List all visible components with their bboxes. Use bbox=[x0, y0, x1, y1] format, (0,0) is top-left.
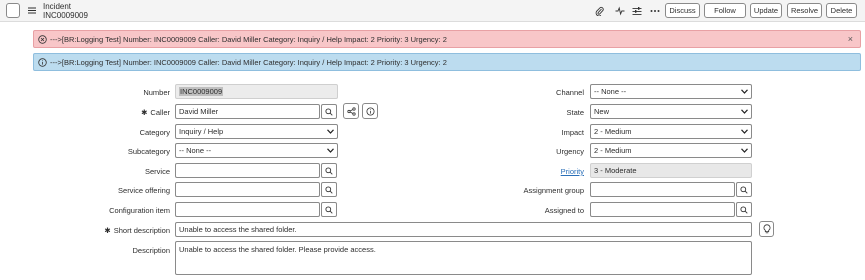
caller-label-text: Caller bbox=[150, 108, 170, 117]
update-button[interactable]: Update bbox=[750, 3, 782, 18]
assignment-group-label: Assignment group bbox=[523, 186, 584, 195]
chevron-down-icon bbox=[741, 89, 748, 94]
dependency-tree-icon bbox=[346, 106, 356, 116]
number-value: INC0009009 bbox=[179, 87, 224, 96]
resolve-button[interactable]: Resolve bbox=[787, 3, 822, 18]
follow-button[interactable]: Follow bbox=[704, 3, 746, 18]
priority-field: 3 - Moderate bbox=[590, 163, 752, 178]
description-field[interactable]: Unable to access the shared folder. Plea… bbox=[175, 241, 752, 275]
caller-field[interactable]: David Miller bbox=[175, 104, 320, 119]
required-marker: ✱ bbox=[141, 108, 148, 117]
urgency-value: 2 - Medium bbox=[594, 146, 632, 155]
info-banner: --->[BR:Logging Test] Number: INC0009009… bbox=[33, 53, 861, 71]
info-circle-icon bbox=[38, 57, 47, 67]
subcategory-label: Subcategory bbox=[127, 147, 170, 156]
short-description-label-text: Short description bbox=[113, 226, 170, 235]
configuration-item-label: Configuration item bbox=[109, 206, 170, 215]
info-banner-text: --->[BR:Logging Test] Number: INC0009009… bbox=[50, 57, 447, 67]
chevron-down-icon bbox=[741, 148, 748, 153]
description-label: Description bbox=[132, 246, 170, 255]
assignment-group-search-button[interactable] bbox=[736, 182, 752, 197]
activity-pulse-icon[interactable] bbox=[614, 5, 625, 16]
number-field[interactable]: INC0009009 bbox=[175, 84, 338, 99]
search-icon bbox=[325, 166, 333, 175]
error-banner: --->[BR:Logging Test] Number: INC0009009… bbox=[33, 30, 861, 48]
caller-info-button[interactable] bbox=[362, 103, 378, 119]
assigned-to-field[interactable] bbox=[590, 202, 735, 217]
category-select[interactable]: Inquiry / Help bbox=[175, 124, 338, 139]
search-icon bbox=[325, 107, 333, 116]
service-offering-label: Service offering bbox=[118, 186, 170, 195]
configuration-item-field[interactable] bbox=[175, 202, 320, 217]
subcategory-select[interactable]: -- None -- bbox=[175, 143, 338, 158]
impact-value: 2 - Medium bbox=[594, 127, 632, 136]
caller-value: David Miller bbox=[179, 107, 219, 116]
state-value: New bbox=[594, 107, 610, 116]
info-icon bbox=[366, 107, 374, 115]
delete-button[interactable]: Delete bbox=[826, 3, 857, 18]
search-icon bbox=[325, 205, 333, 214]
service-label: Service bbox=[144, 167, 170, 176]
error-circle-icon bbox=[38, 34, 47, 44]
short-description-label: ✱ Short description bbox=[104, 226, 170, 235]
form-header: Incident INC0009009 Discuss Follow Updat… bbox=[0, 0, 865, 22]
category-value: Inquiry / Help bbox=[179, 127, 224, 136]
back-button[interactable] bbox=[6, 3, 20, 18]
error-banner-text: --->[BR:Logging Test] Number: INC0009009… bbox=[50, 34, 447, 44]
sliders-icon[interactable] bbox=[631, 5, 642, 16]
state-label: State bbox=[566, 108, 584, 117]
record-type-title: Incident bbox=[43, 2, 72, 11]
priority-link[interactable]: Priority bbox=[561, 167, 584, 176]
assigned-to-search-button[interactable] bbox=[736, 202, 752, 217]
number-label: Number bbox=[143, 88, 170, 97]
search-icon bbox=[740, 185, 748, 194]
hamburger-menu-icon[interactable] bbox=[28, 6, 37, 15]
more-options-icon[interactable] bbox=[649, 5, 660, 16]
chevron-down-icon bbox=[327, 129, 334, 134]
service-search-button[interactable] bbox=[321, 163, 337, 178]
short-description-field[interactable]: Unable to access the shared folder. bbox=[175, 222, 752, 237]
close-icon[interactable]: × bbox=[848, 34, 853, 44]
category-label: Category bbox=[139, 128, 170, 137]
service-offering-field[interactable] bbox=[175, 182, 320, 197]
paperclip-icon[interactable] bbox=[594, 5, 605, 16]
urgency-select[interactable]: 2 - Medium bbox=[590, 143, 752, 158]
caller-dependency-button[interactable] bbox=[343, 103, 359, 119]
channel-value: -- None -- bbox=[594, 87, 627, 96]
service-offering-search-button[interactable] bbox=[321, 182, 337, 197]
caller-label: ✱ Caller bbox=[141, 108, 170, 117]
assigned-to-label: Assigned to bbox=[544, 206, 584, 215]
configuration-item-search-button[interactable] bbox=[321, 202, 337, 217]
urgency-label: Urgency bbox=[556, 147, 584, 156]
search-icon bbox=[740, 205, 748, 214]
assignment-group-field[interactable] bbox=[590, 182, 735, 197]
channel-select[interactable]: -- None -- bbox=[590, 84, 752, 99]
channel-label: Channel bbox=[556, 88, 584, 97]
caller-search-button[interactable] bbox=[321, 104, 337, 119]
impact-label: Impact bbox=[561, 128, 584, 137]
state-select[interactable]: New bbox=[590, 104, 752, 119]
description-value: Unable to access the shared folder. Plea… bbox=[179, 245, 376, 254]
discuss-button[interactable]: Discuss bbox=[665, 3, 700, 18]
service-field[interactable] bbox=[175, 163, 320, 178]
chevron-down-icon bbox=[327, 148, 334, 153]
short-description-value: Unable to access the shared folder. bbox=[179, 225, 297, 234]
priority-value: 3 - Moderate bbox=[594, 166, 637, 175]
required-marker: ✱ bbox=[104, 226, 111, 235]
chevron-down-icon bbox=[741, 109, 748, 114]
suggestion-button[interactable] bbox=[759, 221, 774, 237]
subcategory-value: -- None -- bbox=[179, 146, 212, 155]
search-icon bbox=[325, 185, 333, 194]
record-number-title: INC0009009 bbox=[43, 11, 88, 20]
chevron-down-icon bbox=[741, 129, 748, 134]
impact-select[interactable]: 2 - Medium bbox=[590, 124, 752, 139]
lightbulb-icon bbox=[763, 224, 770, 234]
